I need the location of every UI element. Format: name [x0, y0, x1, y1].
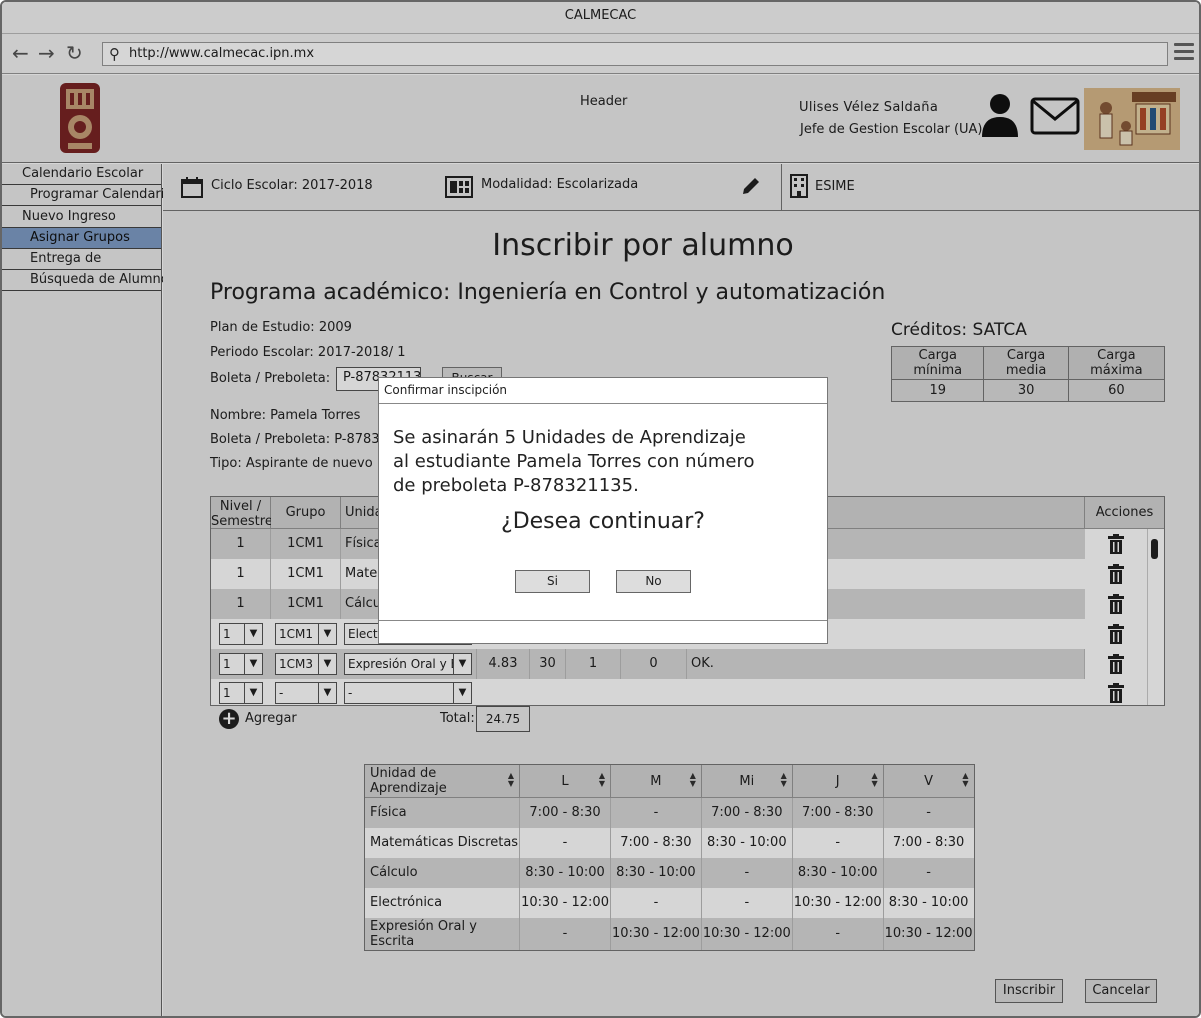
browser-window: CALMECAC ← → ↻ ⚲ http://www.calmecac.ipn… [0, 0, 1201, 1018]
dialog-question: ¿Desea continuar? [501, 509, 705, 534]
dialog-footer-divider [379, 620, 827, 621]
dialog-line: de preboleta P-878321135. [393, 475, 639, 496]
dialog-title: Confirmar inscipción [379, 378, 827, 404]
no-button[interactable]: No [616, 570, 691, 593]
dialog-message: Se asinarán 5 Unidades de Aprendizaje al… [393, 426, 813, 498]
yes-button[interactable]: Si [515, 570, 590, 593]
confirm-dialog: Confirmar inscipción Se asinarán 5 Unida… [378, 377, 828, 644]
dialog-line: Se asinarán 5 Unidades de Aprendizaje [393, 427, 746, 448]
dialog-line: al estudiante Pamela Torres con número [393, 451, 755, 472]
